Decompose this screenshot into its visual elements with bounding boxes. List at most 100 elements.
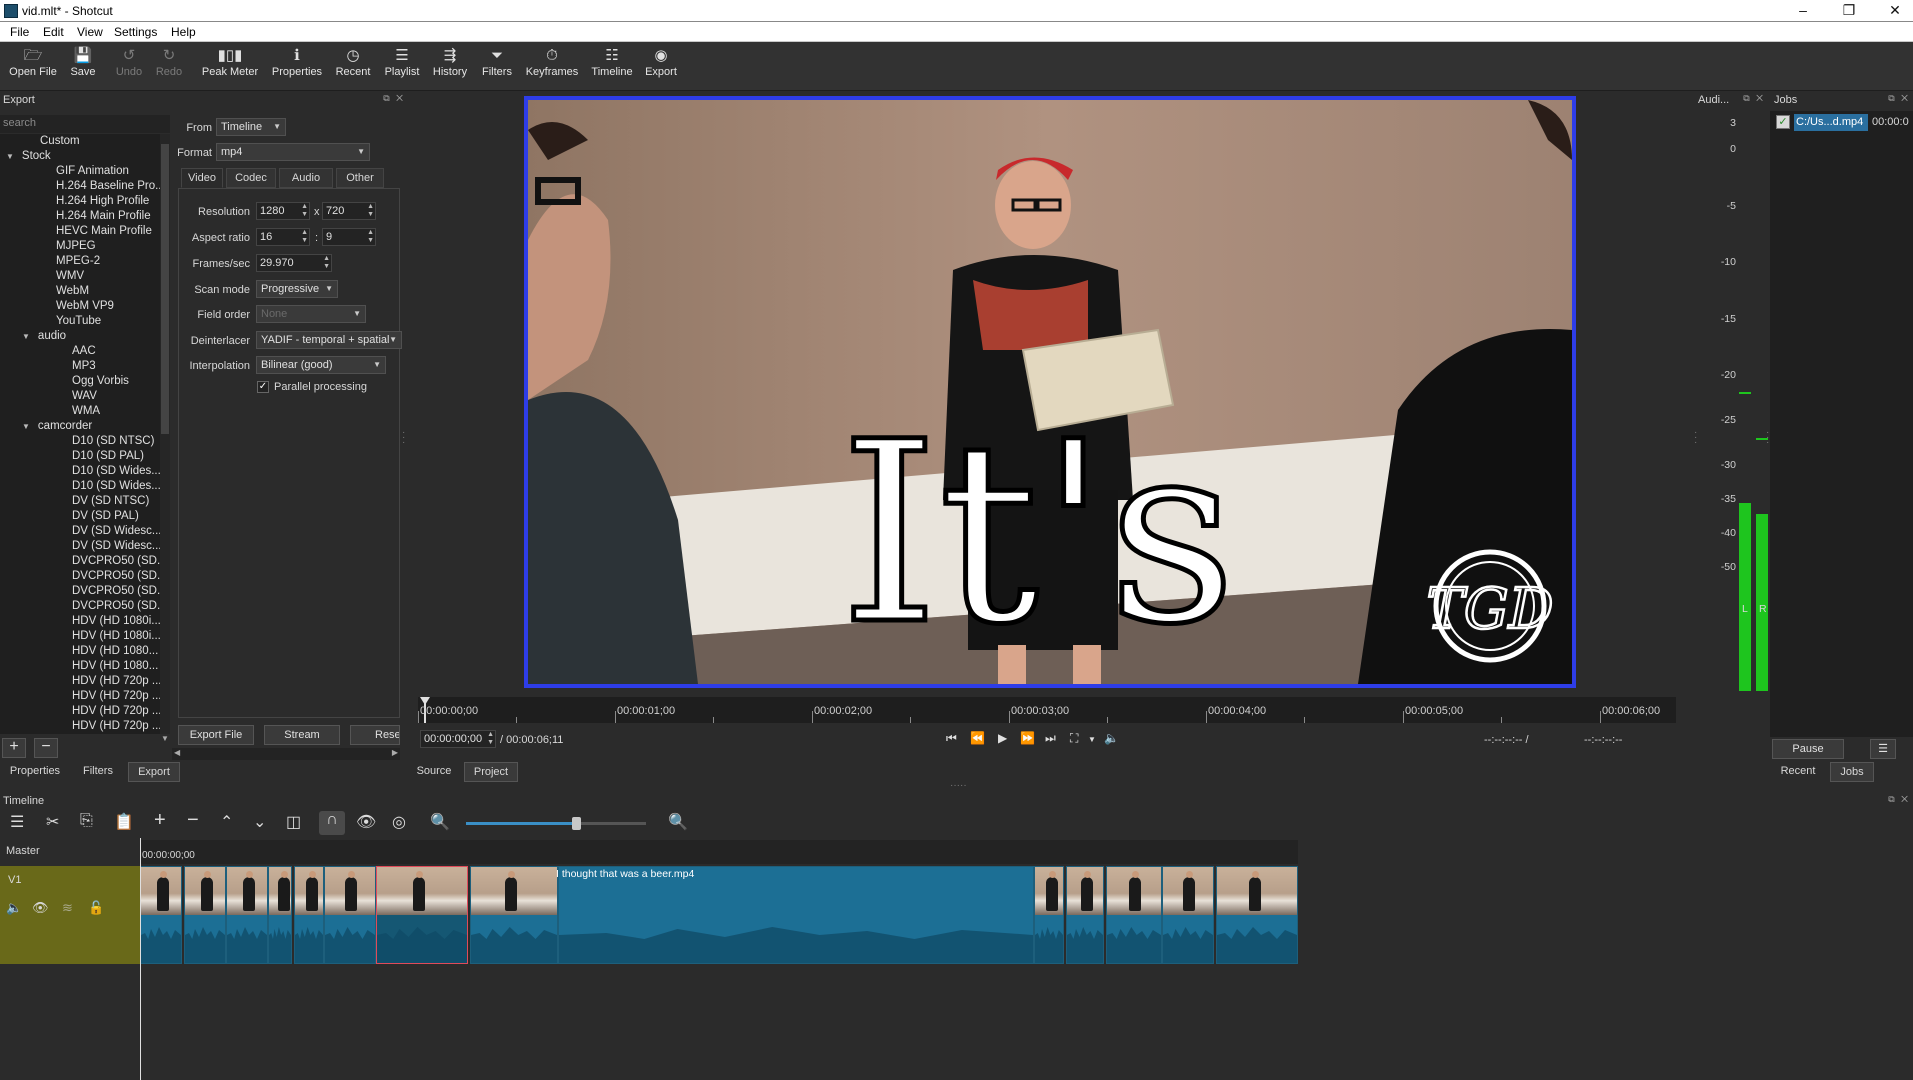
jobs-list[interactable]: ✓ C:/Us...d.mp4 00:00:0	[1770, 111, 1913, 737]
pause-button[interactable]: Pause	[1772, 739, 1844, 759]
preset-tree-item[interactable]: DV (SD Widesc...	[0, 524, 160, 539]
from-select[interactable]: Timeline ▼	[216, 118, 286, 136]
timeline-clip[interactable]	[1106, 866, 1162, 964]
tab-source[interactable]: Source	[412, 762, 456, 782]
tab-export[interactable]: Export	[128, 762, 180, 782]
timeline-clip[interactable]	[1034, 866, 1064, 964]
timeline-clip[interactable]	[140, 866, 182, 964]
tab-properties[interactable]: Properties	[2, 762, 68, 782]
zoom-slider[interactable]	[466, 817, 646, 830]
interpolation-select[interactable]: Bilinear (good) ▼	[256, 356, 386, 374]
tab-other[interactable]: Other	[336, 168, 384, 188]
video-preview[interactable]: It's TGD	[524, 96, 1576, 688]
play-icon[interactable]: ▶	[998, 731, 1007, 745]
fast-forward-icon[interactable]: ⏩	[1020, 731, 1035, 745]
preset-tree-item[interactable]: WMV	[0, 269, 160, 284]
spin-arrows-icon[interactable]: ▲ ▼	[301, 203, 308, 219]
timeline-button[interactable]: ☷ Timeline	[590, 46, 634, 88]
overwrite-icon[interactable]: ⌄	[253, 812, 266, 832]
filters-button[interactable]: ⏷ Filters	[480, 46, 514, 88]
preset-tree-item[interactable]: MP3	[0, 359, 160, 374]
preset-tree-item[interactable]: WMA	[0, 404, 160, 419]
menu-help[interactable]: Help	[171, 25, 196, 39]
job-item-name[interactable]: C:/Us...d.mp4	[1794, 114, 1868, 131]
skip-to-start-icon[interactable]: ⏮	[946, 731, 957, 746]
timeline-clip[interactable]	[470, 866, 558, 964]
preset-search-input[interactable]: search	[0, 115, 170, 133]
aspect-width-field[interactable]: 16 ▲ ▼	[256, 228, 310, 246]
preset-tree-item[interactable]: Ogg Vorbis	[0, 374, 160, 389]
jobs-menu-icon[interactable]: ☰	[1870, 739, 1896, 759]
preset-tree-item[interactable]: ▼ camcorder	[0, 419, 160, 434]
preset-tree-item[interactable]: D10 (SD Wides...	[0, 464, 160, 479]
append-icon[interactable]: +	[154, 809, 166, 832]
timeline-clip[interactable]	[376, 866, 468, 964]
split-icon[interactable]: ◫	[286, 812, 301, 832]
tab-codec[interactable]: Codec	[226, 168, 276, 188]
splitter-handle[interactable]: · · ·	[402, 428, 405, 448]
preset-tree-item[interactable]: HDV (HD 720p ...	[0, 689, 160, 704]
preset-tree-item[interactable]: D10 (SD NTSC)	[0, 434, 160, 449]
preset-tree-item[interactable]: MJPEG	[0, 239, 160, 254]
rewind-icon[interactable]: ⏪	[970, 731, 985, 745]
timeline-clip[interactable]	[558, 866, 1034, 964]
reset-button[interactable]: Rese	[350, 725, 400, 745]
splitter-handle[interactable]: · · ·	[1766, 428, 1769, 448]
skip-to-end-icon[interactable]: ⏭	[1045, 731, 1056, 746]
add-preset-icon[interactable]: +	[2, 738, 26, 758]
recent-button[interactable]: ◷ Recent	[334, 46, 372, 88]
preset-tree-item[interactable]: HDV (HD 720p ...	[0, 704, 160, 719]
v1-track-header[interactable]: V1 🔈 👁 ≋ 🔓	[0, 866, 140, 964]
tab-recent[interactable]: Recent	[1770, 762, 1826, 782]
tab-project[interactable]: Project	[464, 762, 518, 782]
spin-arrows-icon[interactable]: ▲ ▼	[367, 229, 374, 245]
form-horizontal-scrollbar[interactable]: ◀ ▶	[172, 748, 400, 760]
chevron-down-icon[interactable]: ▼	[1088, 735, 1096, 744]
mute-icon[interactable]: 🔈	[6, 900, 22, 916]
preset-tree-scrollbar[interactable]	[160, 134, 170, 734]
timeline-clip[interactable]	[294, 866, 324, 964]
paste-icon[interactable]: 📋	[114, 812, 134, 832]
timeline-clip[interactable]	[226, 866, 268, 964]
dock-buttons[interactable]: ⧉ ✕	[1888, 794, 1910, 805]
open-file-button[interactable]: 🗁 Open File	[6, 46, 60, 88]
minimize-icon[interactable]: –	[1780, 0, 1826, 22]
timeline-clip[interactable]	[268, 866, 292, 964]
tab-filters[interactable]: Filters	[74, 762, 122, 782]
volume-icon[interactable]: 🔈	[1104, 731, 1119, 745]
preview-timecode-ruler[interactable]: 00:00:00;00 00:00:01;00 00:00:02;00 00:0…	[418, 697, 1676, 723]
dock-buttons[interactable]: ⧉ ✕	[1888, 93, 1910, 104]
preset-tree-item[interactable]: HDV (HD 720p ...	[0, 719, 160, 734]
preset-tree-item[interactable]: HDV (HD 1080...	[0, 659, 160, 674]
preset-tree-item[interactable]: WebM	[0, 284, 160, 299]
redo-button[interactable]: ↻ Redo	[152, 46, 186, 88]
tab-jobs[interactable]: Jobs	[1830, 762, 1874, 782]
timeline-clip[interactable]	[184, 866, 226, 964]
undo-button[interactable]: ↺ Undo	[112, 46, 146, 88]
tab-audio[interactable]: Audio	[279, 168, 333, 188]
export-file-button[interactable]: Export File	[178, 725, 254, 745]
preset-tree-item[interactable]: DVCPRO50 (SD...	[0, 599, 160, 614]
preset-tree-item[interactable]: Custom	[0, 134, 160, 149]
peak-meter-button[interactable]: ▮▯▮ Peak Meter	[200, 46, 260, 88]
preset-tree-item[interactable]: WebM VP9	[0, 299, 160, 314]
timeline-ruler[interactable]: 00:00:00;00	[140, 840, 1298, 864]
timeline-clip[interactable]	[324, 866, 376, 964]
keyframes-button[interactable]: ⏱ Keyframes	[524, 46, 580, 88]
ripple-delete-icon[interactable]: −	[187, 809, 199, 832]
preset-tree-item[interactable]: ▼ audio	[0, 329, 160, 344]
parallel-processing-checkbox[interactable]: ✓	[257, 381, 269, 393]
timeline-menu-icon[interactable]: ☰	[10, 812, 24, 832]
menu-view[interactable]: View	[77, 25, 103, 39]
preset-tree-item[interactable]: H.264 Main Profile	[0, 209, 160, 224]
remove-preset-icon[interactable]: −	[34, 738, 58, 758]
ripple-icon[interactable]: ◎	[392, 812, 406, 832]
zoom-slider-handle[interactable]	[572, 817, 581, 830]
zoom-out-icon[interactable]: 🔍	[430, 812, 450, 832]
aspect-height-field[interactable]: 9 ▲ ▼	[322, 228, 376, 246]
cut-icon[interactable]: ✂	[46, 812, 59, 832]
preset-tree-item[interactable]: DVCPRO50 (SD...	[0, 584, 160, 599]
preset-tree-item[interactable]: AAC	[0, 344, 160, 359]
scan-mode-select[interactable]: Progressive ▼	[256, 280, 338, 298]
splitter-handle[interactable]: ·····	[950, 780, 967, 791]
